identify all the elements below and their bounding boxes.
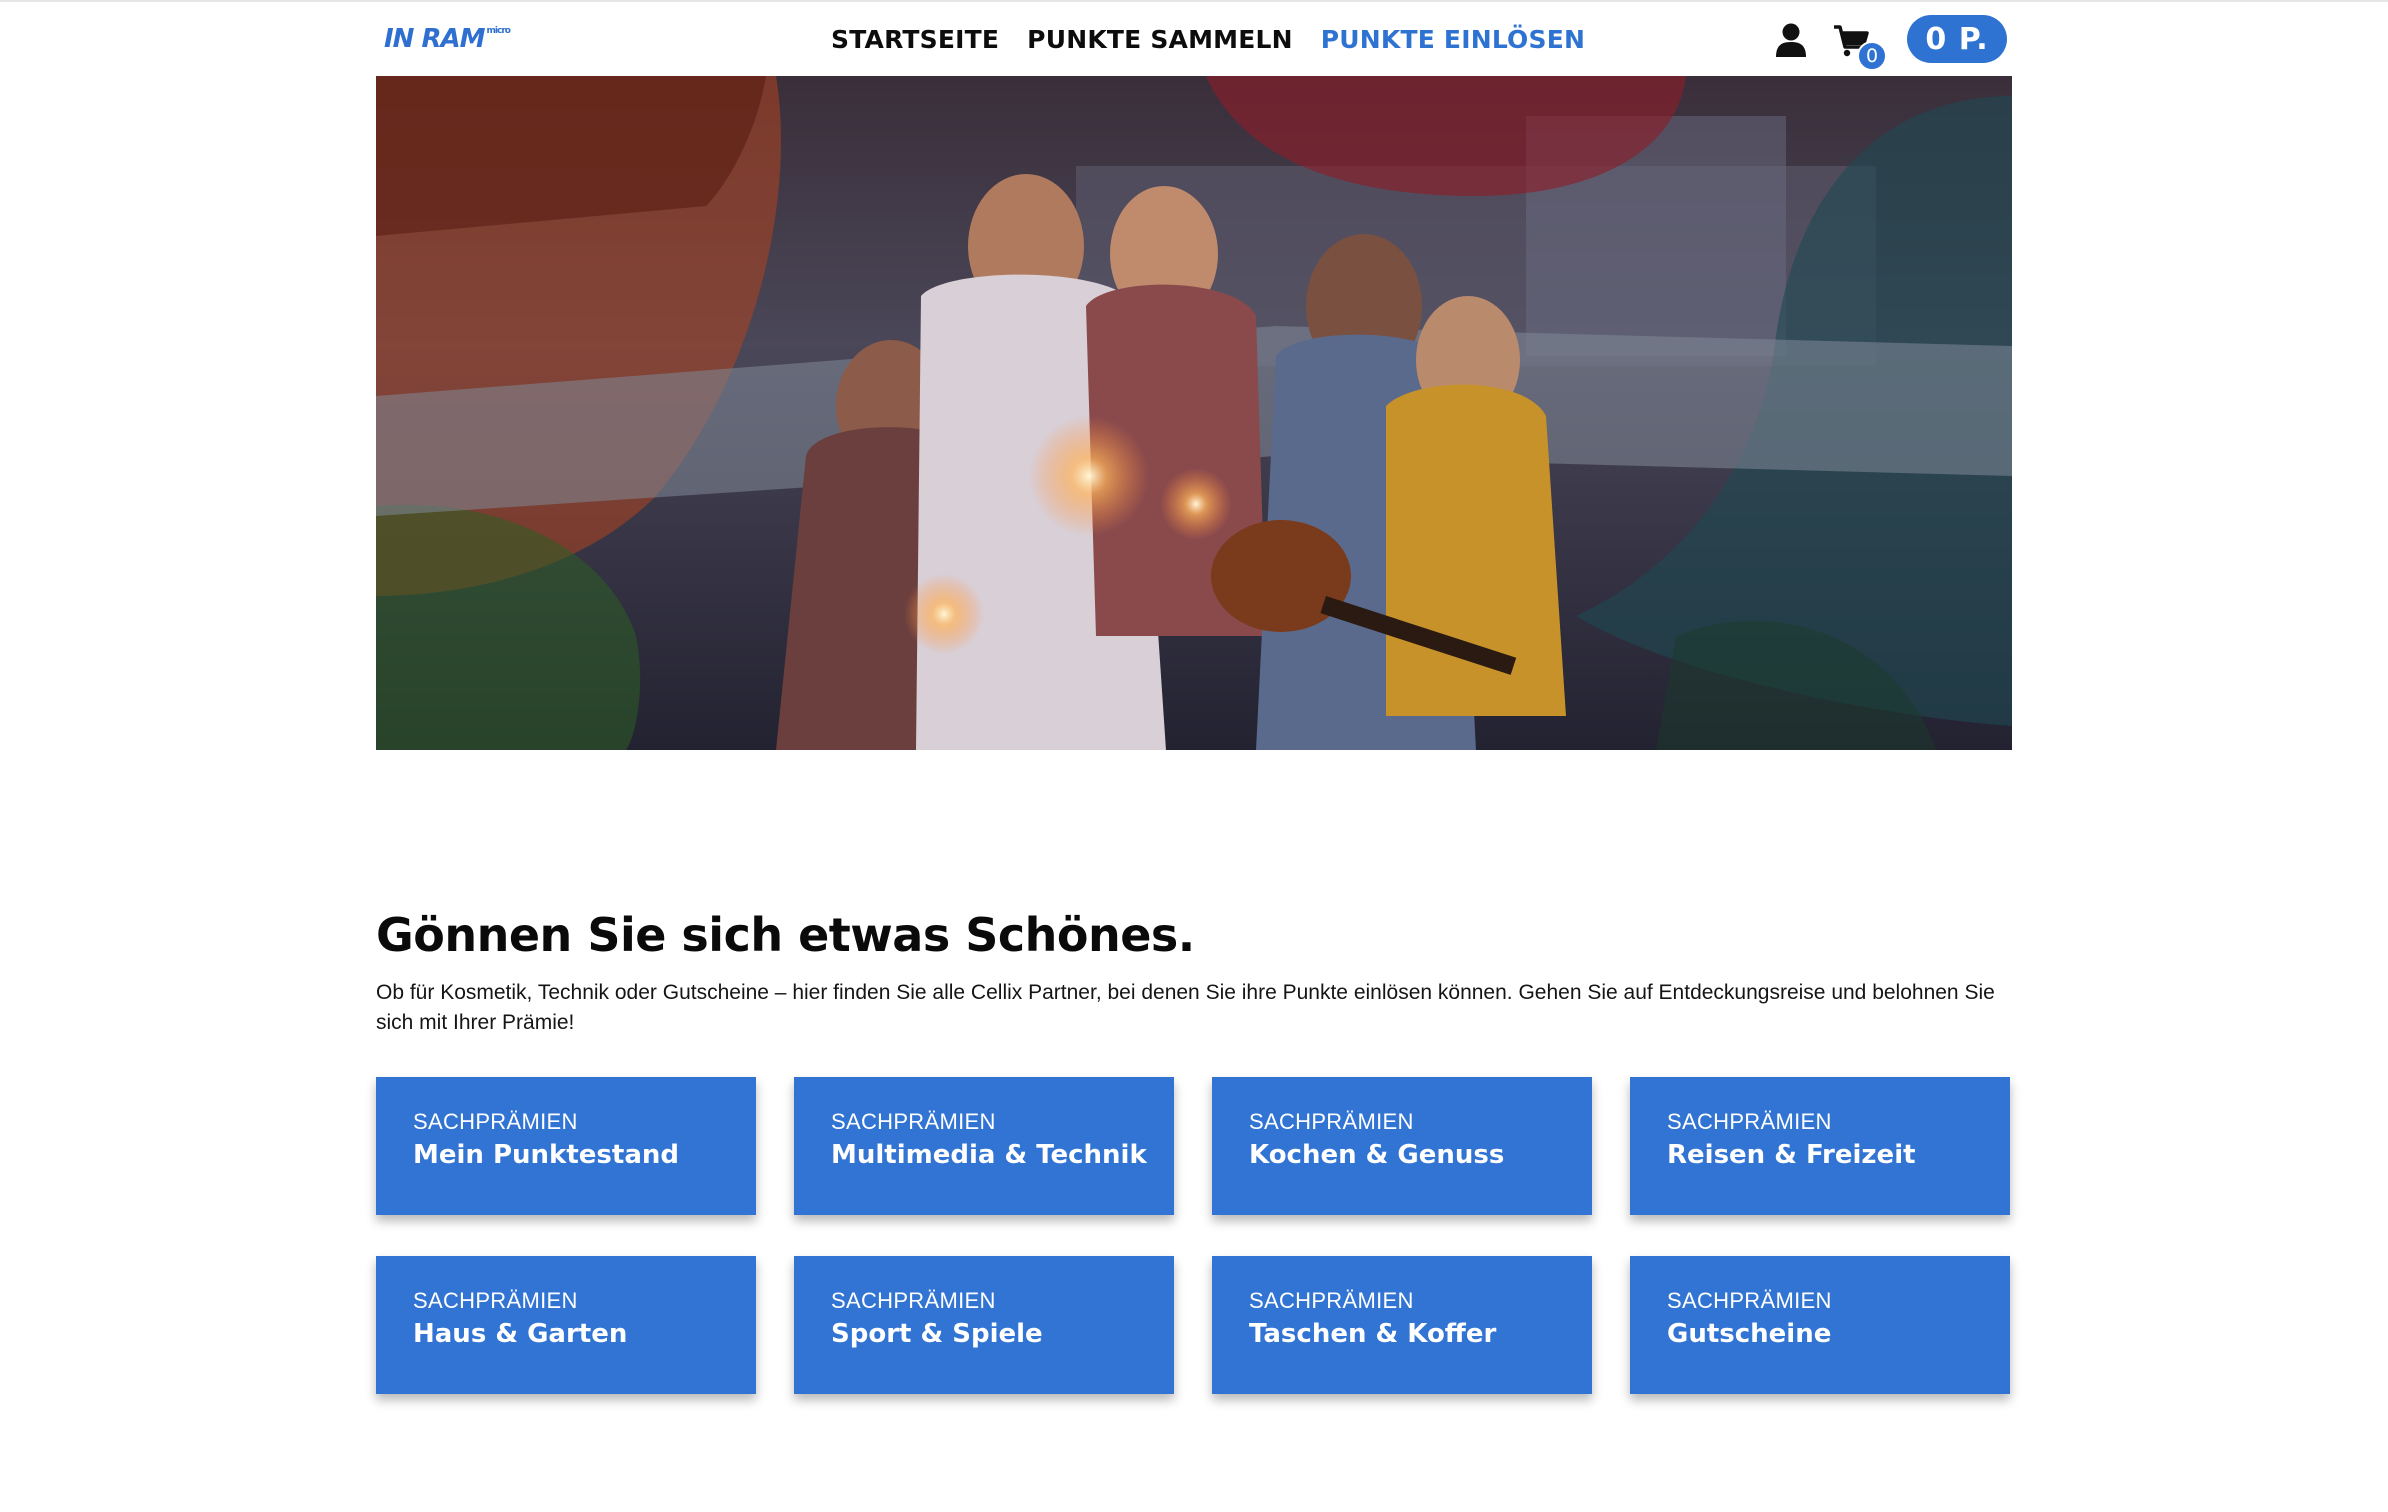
- tile-category: SACHPRÄMIEN: [1667, 1288, 1832, 1313]
- brand-logo[interactable]: IN RAM micro: [384, 24, 514, 54]
- cart-button[interactable]: 0: [1833, 22, 1887, 71]
- tile-title: Gutscheine: [1667, 1319, 1832, 1349]
- hero-image: [376, 76, 2012, 750]
- user-icon[interactable]: [1775, 23, 1807, 57]
- tile-category: SACHPRÄMIEN: [831, 1288, 996, 1313]
- tile-haus-garten[interactable]: SACHPRÄMIEN Haus & Garten: [376, 1256, 756, 1394]
- site-header: IN RAM micro STARTSEITE PUNKTE SAMMELN P…: [0, 2, 2388, 74]
- tile-category: SACHPRÄMIEN: [1249, 1288, 1414, 1313]
- tile-category: SACHPRÄMIEN: [1667, 1109, 1832, 1134]
- tile-category: SACHPRÄMIEN: [413, 1288, 578, 1313]
- tile-category: SACHPRÄMIEN: [1249, 1109, 1414, 1134]
- tile-category: SACHPRÄMIEN: [413, 1109, 578, 1134]
- logo-sup: micro: [486, 26, 511, 36]
- tile-title: Sport & Spiele: [831, 1319, 1043, 1349]
- nav-punkte-einloesen[interactable]: PUNKTE EINLÖSEN: [1321, 25, 1585, 54]
- tile-category: SACHPRÄMIEN: [831, 1109, 996, 1134]
- tile-reisen-freizeit[interactable]: SACHPRÄMIEN Reisen & Freizeit: [1630, 1077, 2010, 1215]
- page-headline: Gönnen Sie sich etwas Schönes.: [376, 908, 1195, 962]
- tile-title: Kochen & Genuss: [1249, 1140, 1505, 1170]
- tile-gutscheine[interactable]: SACHPRÄMIEN Gutscheine: [1630, 1256, 2010, 1394]
- tile-title: Haus & Garten: [413, 1319, 628, 1349]
- tile-kochen-genuss[interactable]: SACHPRÄMIEN Kochen & Genuss: [1212, 1077, 1592, 1215]
- points-balance-button[interactable]: 0 P.: [1907, 15, 2007, 63]
- tile-title: Taschen & Koffer: [1249, 1319, 1497, 1349]
- nav-punkte-sammeln[interactable]: PUNKTE SAMMELN: [1027, 25, 1293, 54]
- hero-photo-illustration: [376, 76, 2012, 750]
- cart-count-badge: 0: [1857, 41, 1887, 71]
- tile-title: Reisen & Freizeit: [1667, 1140, 1916, 1170]
- tile-sport-spiele[interactable]: SACHPRÄMIEN Sport & Spiele: [794, 1256, 1174, 1394]
- tile-title: Multimedia & Technik: [831, 1140, 1147, 1170]
- main-nav: STARTSEITE PUNKTE SAMMELN PUNKTE EINLÖSE…: [831, 22, 1585, 56]
- nav-startseite[interactable]: STARTSEITE: [831, 25, 999, 54]
- tile-taschen-koffer[interactable]: SACHPRÄMIEN Taschen & Koffer: [1212, 1256, 1592, 1394]
- intro-text: Ob für Kosmetik, Technik oder Gutscheine…: [376, 981, 1995, 1034]
- tile-mein-punktestand[interactable]: SACHPRÄMIEN Mein Punktestand: [376, 1077, 756, 1215]
- logo-text: IN RAM: [384, 24, 486, 54]
- tile-multimedia-technik[interactable]: SACHPRÄMIEN Multimedia & Technik: [794, 1077, 1174, 1215]
- category-grid: SACHPRÄMIEN Mein Punktestand SACHPRÄMIEN…: [376, 1077, 2012, 1394]
- tile-title: Mein Punktestand: [413, 1140, 679, 1170]
